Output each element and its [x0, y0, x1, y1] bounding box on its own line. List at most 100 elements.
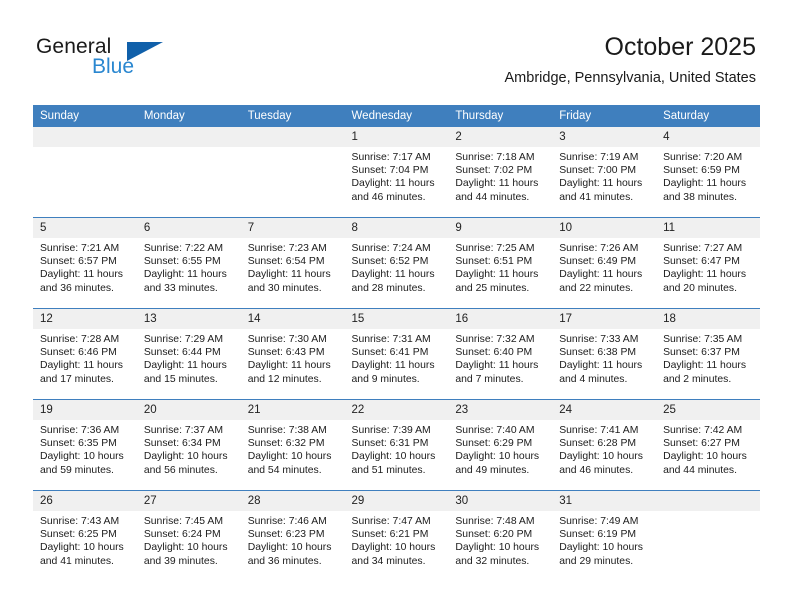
calendar-day-cell[interactable]: 31 Sunrise: 7:49 AM Sunset: 6:19 PM Dayligh… [552, 490, 657, 581]
sunrise-text: Sunrise: 7:26 AM [559, 243, 639, 254]
day-details: Sunrise: 7:24 AM Sunset: 6:52 PM Daylight:… [345, 238, 449, 295]
calendar-day-cell[interactable]: 22 Sunrise: 7:39 AM Sunset: 6:31 PM Dayligh… [344, 399, 449, 491]
sunset-text: Sunset: 6:20 PM [455, 529, 533, 541]
day-number: 18 [656, 309, 760, 329]
day-details: Sunrise: 7:43 AM Sunset: 6:25 PM Daylight:… [33, 511, 137, 568]
calendar-day-cell[interactable]: 26 Sunrise: 7:43 AM Sunset: 6:25 PM Dayligh… [33, 490, 137, 581]
sunrise-text: Sunrise: 7:32 AM [455, 334, 535, 345]
day-number [136, 127, 241, 147]
calendar-day: 29 Sunrise: 7:47 AM Sunset: 6:21 PM Dayligh… [344, 491, 449, 581]
calendar-day-cell[interactable]: 28 Sunrise: 7:46 AM Sunset: 6:23 PM Dayligh… [240, 490, 345, 581]
sunrise-text: Sunrise: 7:17 AM [351, 152, 431, 163]
day-details: Sunrise: 7:19 AM Sunset: 7:00 PM Daylight:… [552, 147, 656, 204]
sunrise-text: Sunrise: 7:43 AM [40, 516, 120, 527]
calendar-day-empty [240, 127, 345, 217]
daylight-text: Daylight: 11 hours and 17 minutes. [40, 360, 123, 385]
calendar-day-cell[interactable]: 2 Sunrise: 7:18 AM Sunset: 7:02 PM Daylight… [448, 127, 553, 218]
sunrise-text: Sunrise: 7:21 AM [40, 243, 120, 254]
calendar-day: 15 Sunrise: 7:31 AM Sunset: 6:41 PM Dayligh… [344, 309, 449, 399]
day-number: 28 [240, 491, 345, 511]
day-details: Sunrise: 7:22 AM Sunset: 6:55 PM Daylight:… [137, 238, 241, 295]
sunset-text: Sunset: 6:34 PM [143, 438, 221, 450]
sunrise-text: Sunrise: 7:27 AM [663, 243, 743, 254]
calendar-day-cell[interactable]: 4 Sunrise: 7:20 AM Sunset: 6:59 PM Daylight… [656, 127, 760, 218]
calendar-day-empty [33, 127, 137, 217]
calendar-day-cell[interactable]: 29 Sunrise: 7:47 AM Sunset: 6:21 PM Dayligh… [344, 490, 449, 581]
day-details: Sunrise: 7:39 AM Sunset: 6:31 PM Daylight:… [345, 420, 449, 477]
calendar-day-cell[interactable]: 7 Sunrise: 7:23 AM Sunset: 6:54 PM Daylight… [240, 217, 345, 309]
calendar-day-cell[interactable] [656, 490, 760, 581]
calendar-day-cell[interactable]: 25 Sunrise: 7:42 AM Sunset: 6:27 PM Dayligh… [656, 399, 760, 491]
daylight-text: Daylight: 10 hours and 49 minutes. [455, 451, 540, 476]
calendar-day-cell[interactable]: 14 Sunrise: 7:30 AM Sunset: 6:43 PM Dayligh… [240, 308, 345, 400]
calendar-day-cell[interactable]: 16 Sunrise: 7:32 AM Sunset: 6:40 PM Dayligh… [448, 308, 553, 400]
calendar-day-cell[interactable] [240, 127, 345, 218]
day-number: 26 [33, 491, 137, 511]
sunrise-text: Sunrise: 7:19 AM [559, 152, 639, 163]
calendar-day: 21 Sunrise: 7:38 AM Sunset: 6:32 PM Dayligh… [240, 400, 345, 490]
calendar-day-cell[interactable]: 5 Sunrise: 7:21 AM Sunset: 6:57 PM Daylight… [33, 217, 137, 309]
day-details: Sunrise: 7:33 AM Sunset: 6:38 PM Daylight:… [552, 329, 656, 386]
calendar-day-empty [136, 127, 241, 217]
calendar-day-cell[interactable]: 18 Sunrise: 7:35 AM Sunset: 6:37 PM Dayligh… [656, 308, 760, 400]
daylight-text: Daylight: 11 hours and 33 minutes. [143, 269, 227, 294]
daylight-text: Daylight: 10 hours and 59 minutes. [40, 451, 124, 476]
sunset-text: Sunset: 7:04 PM [351, 165, 429, 177]
sunrise-text: Sunrise: 7:33 AM [559, 334, 639, 345]
calendar-day-cell[interactable]: 1 Sunrise: 7:17 AM Sunset: 7:04 PM Daylight… [344, 127, 449, 218]
calendar-day-cell[interactable]: 15 Sunrise: 7:31 AM Sunset: 6:41 PM Dayligh… [344, 308, 449, 400]
sunrise-text: Sunrise: 7:37 AM [143, 425, 223, 436]
sunset-text: Sunset: 6:27 PM [663, 438, 740, 450]
calendar-day-cell[interactable] [33, 127, 137, 218]
day-details: Sunrise: 7:21 AM Sunset: 6:57 PM Daylight:… [33, 238, 137, 295]
calendar-page: General Blue October 2025 Ambridge, Penn… [0, 0, 792, 612]
calendar-day: 10 Sunrise: 7:26 AM Sunset: 6:49 PM Dayligh… [552, 218, 657, 308]
calendar-day: 25 Sunrise: 7:42 AM Sunset: 6:27 PM Dayligh… [656, 400, 760, 490]
calendar-day-cell[interactable]: 10 Sunrise: 7:26 AM Sunset: 6:49 PM Dayligh… [552, 217, 657, 309]
calendar-day-cell[interactable]: 30 Sunrise: 7:48 AM Sunset: 6:20 PM Dayligh… [448, 490, 553, 581]
sunrise-text: Sunrise: 7:20 AM [663, 152, 743, 163]
sunset-text: Sunset: 6:31 PM [351, 438, 429, 450]
daylight-text: Daylight: 10 hours and 41 minutes. [40, 542, 124, 567]
calendar-day-cell[interactable]: 27 Sunrise: 7:45 AM Sunset: 6:24 PM Dayligh… [136, 490, 241, 581]
calendar-day-cell[interactable]: 6 Sunrise: 7:22 AM Sunset: 6:55 PM Daylight… [136, 217, 241, 309]
sunset-text: Sunset: 6:44 PM [143, 347, 221, 359]
sunrise-text: Sunrise: 7:38 AM [247, 425, 327, 436]
calendar-day: 8 Sunrise: 7:24 AM Sunset: 6:52 PM Daylight… [344, 218, 449, 308]
day-details: Sunrise: 7:46 AM Sunset: 6:23 PM Daylight:… [241, 511, 345, 568]
calendar-day-cell[interactable]: 13 Sunrise: 7:29 AM Sunset: 6:44 PM Dayligh… [136, 308, 241, 400]
day-number: 4 [656, 127, 760, 147]
day-number: 29 [344, 491, 449, 511]
calendar-day-cell[interactable]: 12 Sunrise: 7:28 AM Sunset: 6:46 PM Dayligh… [33, 308, 137, 400]
calendar-day: 5 Sunrise: 7:21 AM Sunset: 6:57 PM Daylight… [33, 218, 137, 308]
calendar-day-cell[interactable]: 20 Sunrise: 7:37 AM Sunset: 6:34 PM Dayligh… [136, 399, 241, 491]
calendar-day: 24 Sunrise: 7:41 AM Sunset: 6:28 PM Dayligh… [552, 400, 657, 490]
page-header: General Blue October 2025 Ambridge, Penn… [0, 0, 792, 104]
calendar-day-cell[interactable]: 3 Sunrise: 7:19 AM Sunset: 7:00 PM Daylight… [552, 127, 657, 218]
general-blue-logo[interactable]: General Blue [36, 36, 236, 82]
daylight-text: Daylight: 11 hours and 9 minutes. [351, 360, 435, 385]
calendar-day-cell[interactable]: 24 Sunrise: 7:41 AM Sunset: 6:28 PM Dayligh… [552, 399, 657, 491]
calendar-day-cell[interactable]: 23 Sunrise: 7:40 AM Sunset: 6:29 PM Dayligh… [448, 399, 553, 491]
day-number: 25 [656, 400, 760, 420]
day-number: 6 [136, 218, 241, 238]
daylight-text: Daylight: 11 hours and 30 minutes. [247, 269, 331, 294]
day-details: Sunrise: 7:20 AM Sunset: 6:59 PM Daylight:… [656, 147, 760, 204]
calendar-day-cell[interactable]: 8 Sunrise: 7:24 AM Sunset: 6:52 PM Daylight… [344, 217, 449, 309]
calendar-day: 2 Sunrise: 7:18 AM Sunset: 7:02 PM Daylight… [448, 127, 553, 217]
sunset-text: Sunset: 6:40 PM [455, 347, 533, 359]
calendar-day-cell[interactable]: 19 Sunrise: 7:36 AM Sunset: 6:35 PM Dayligh… [33, 399, 137, 491]
day-details: Sunrise: 7:48 AM Sunset: 6:20 PM Daylight:… [448, 511, 552, 568]
calendar-day-cell[interactable]: 21 Sunrise: 7:38 AM Sunset: 6:32 PM Dayligh… [240, 399, 345, 491]
day-details: Sunrise: 7:35 AM Sunset: 6:37 PM Daylight:… [656, 329, 760, 386]
sunrise-text: Sunrise: 7:18 AM [455, 152, 535, 163]
calendar-day-cell[interactable] [136, 127, 241, 218]
calendar-day-cell[interactable]: 9 Sunrise: 7:25 AM Sunset: 6:51 PM Daylight… [448, 217, 553, 309]
calendar-day-cell[interactable]: 11 Sunrise: 7:27 AM Sunset: 6:47 PM Dayligh… [656, 217, 760, 309]
sunset-text: Sunset: 6:37 PM [663, 347, 740, 359]
day-details: Sunrise: 7:38 AM Sunset: 6:32 PM Daylight:… [241, 420, 345, 477]
daylight-text: Daylight: 10 hours and 46 minutes. [559, 451, 643, 476]
calendar-day-cell[interactable]: 17 Sunrise: 7:33 AM Sunset: 6:38 PM Dayligh… [552, 308, 657, 400]
weekday-header-saturday: Saturday [656, 105, 760, 127]
sunrise-text: Sunrise: 7:48 AM [455, 516, 535, 527]
